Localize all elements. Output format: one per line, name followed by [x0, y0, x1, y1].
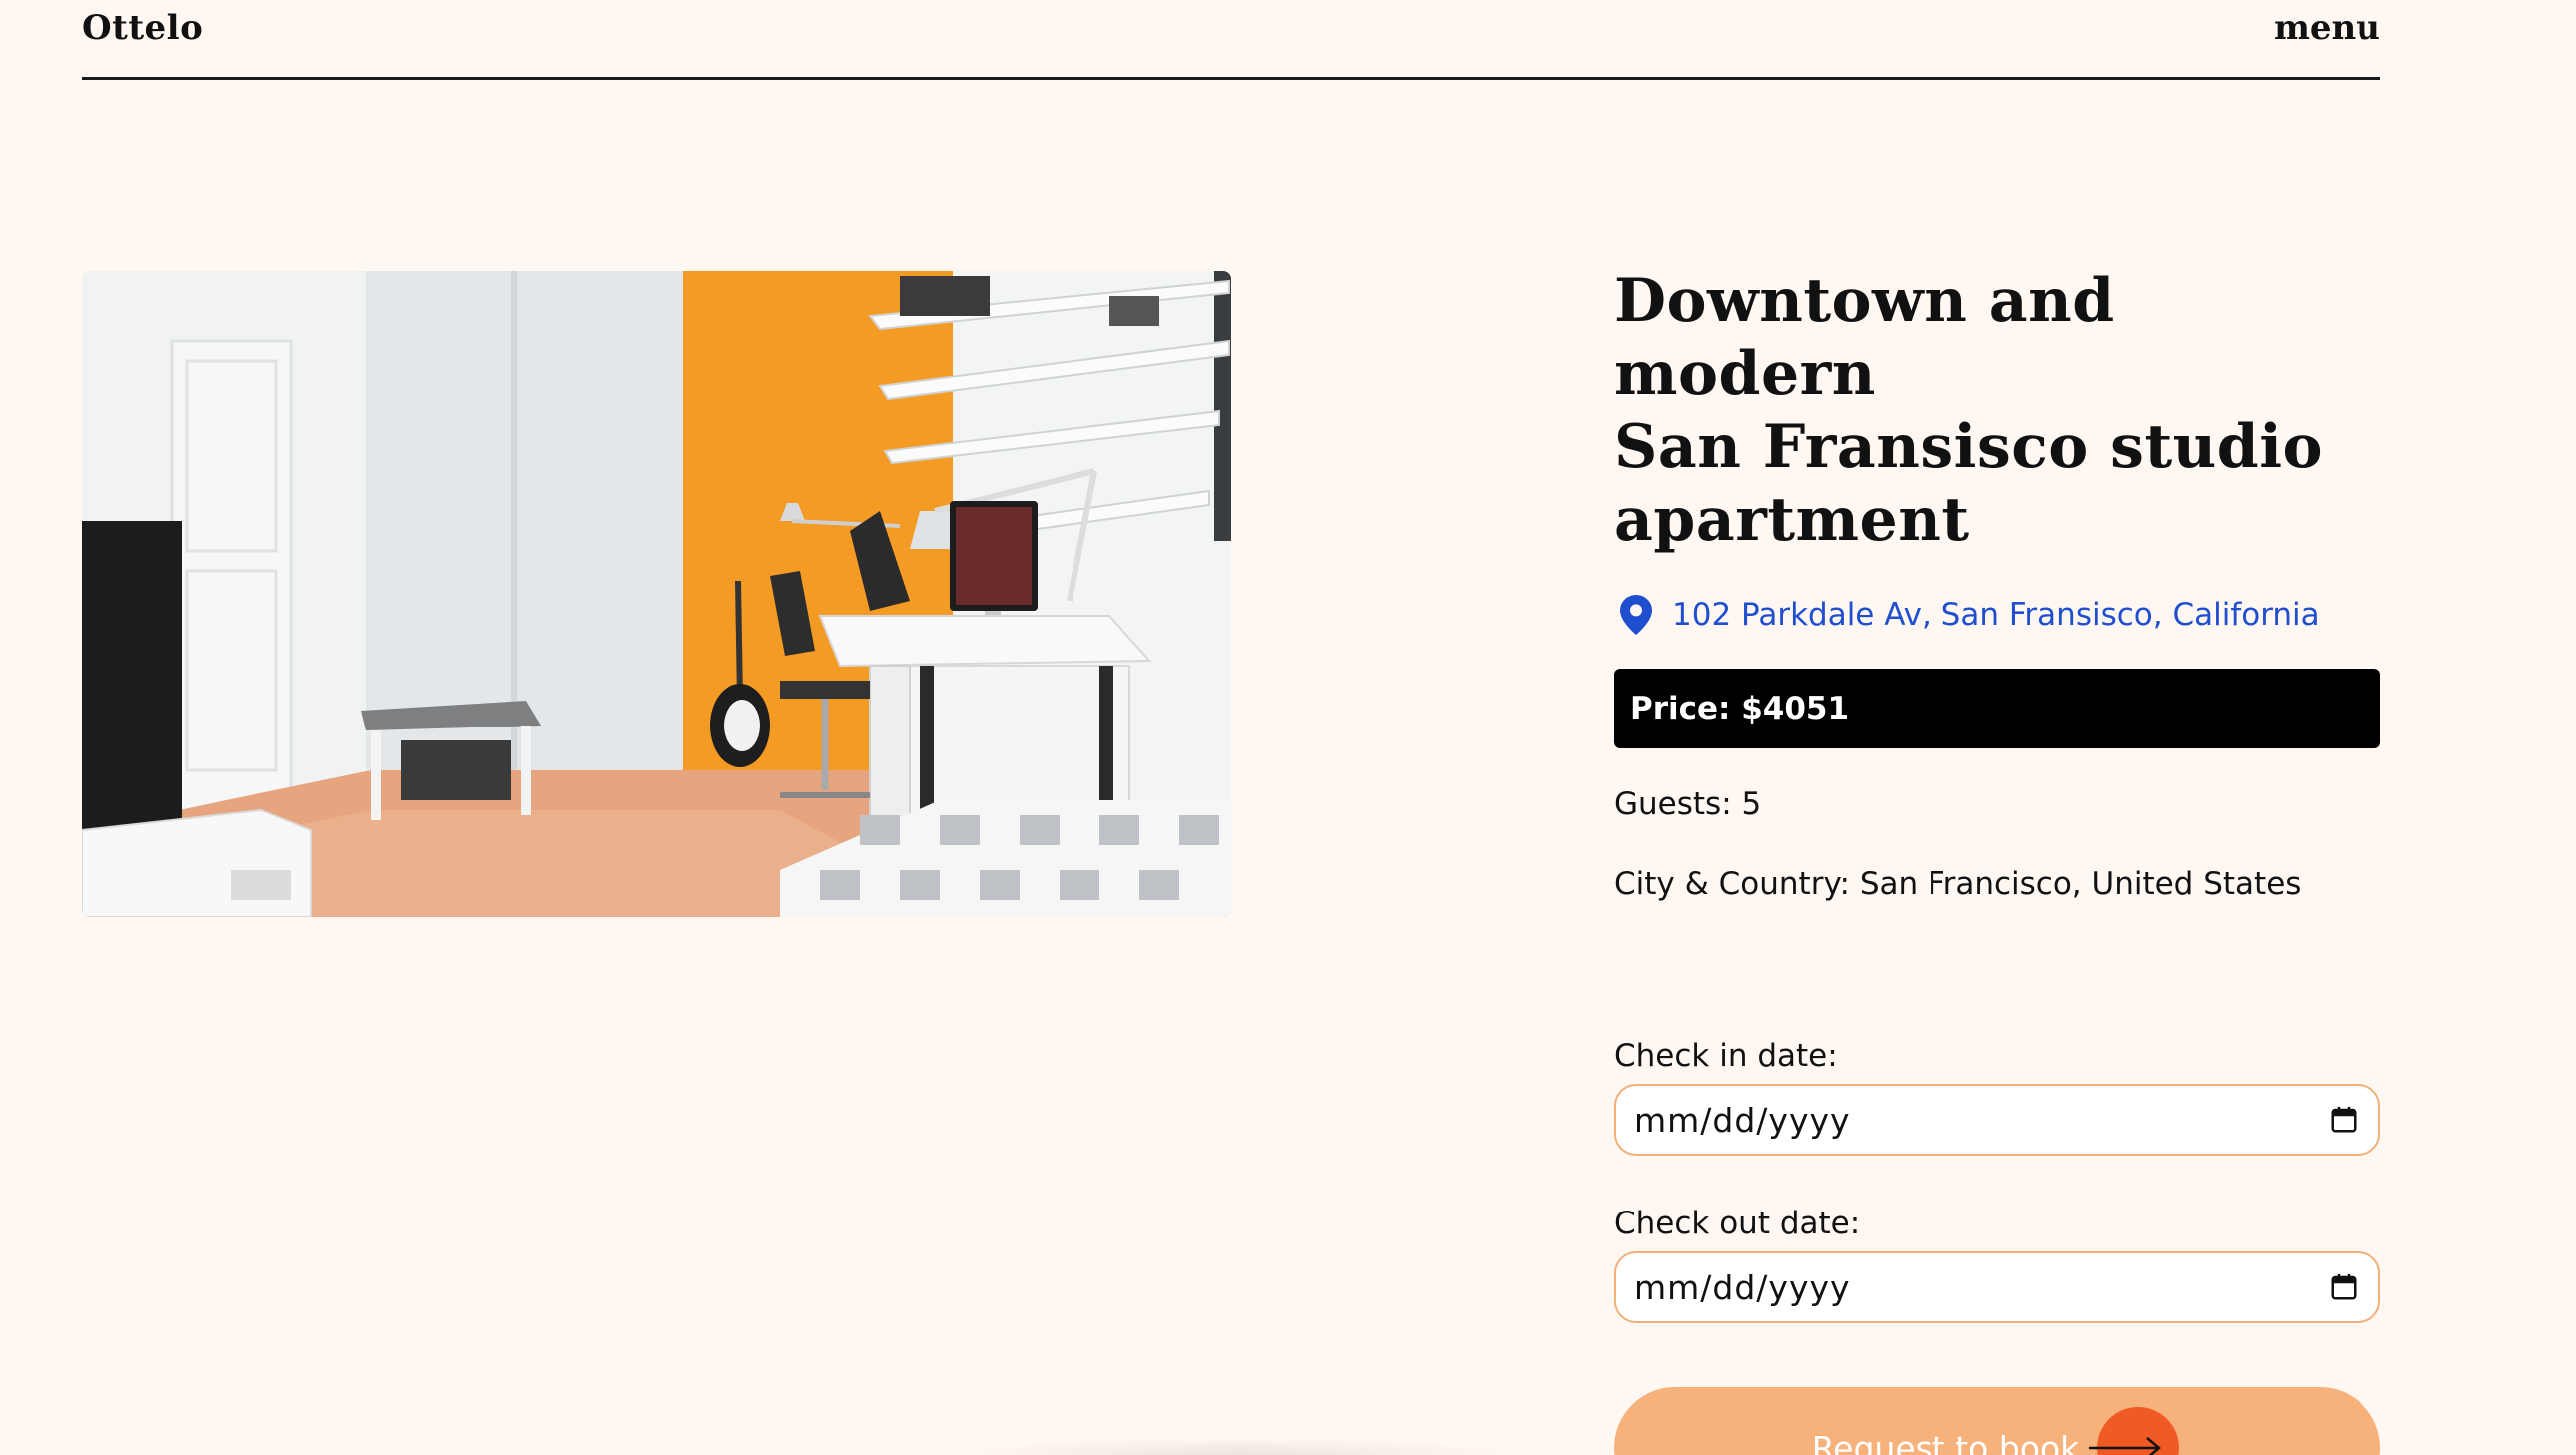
scroll-shadow [958, 1437, 1516, 1455]
checkout-label: Check out date: [1614, 1206, 1861, 1241]
listing-details: Downtown and modern San Fransisco studio… [1614, 265, 2380, 1455]
city-country: City & Country: San Francisco, United St… [1614, 866, 2302, 902]
request-to-book-label: Request to book [1811, 1428, 2080, 1455]
checkin-date-input[interactable]: mm/dd/yyyy [1614, 1084, 2380, 1156]
map-pin-icon [1620, 595, 1652, 635]
calendar-icon[interactable] [2329, 1272, 2359, 1302]
top-navbar: Ottelo menu [82, 0, 2380, 80]
menu-button[interactable]: menu [2274, 8, 2380, 48]
checkout-placeholder: mm/dd/yyyy [1634, 1267, 1851, 1307]
request-to-book-button[interactable]: Request to book [1614, 1387, 2380, 1455]
listing-title: Downtown and modern San Fransisco studio… [1614, 265, 2380, 557]
checkin-label: Check in date: [1614, 1038, 1838, 1074]
checkout-date-input[interactable]: mm/dd/yyyy [1614, 1251, 2380, 1323]
listing-title-line: apartment [1614, 485, 1970, 555]
listing-title-line: San Fransisco studio [1614, 412, 2324, 482]
site-logo[interactable]: Ottelo [82, 8, 203, 48]
address-link[interactable]: 102 Parkdale Av, San Fransisco, Californ… [1672, 597, 2320, 633]
listing-page: Ottelo menu Downtown and modern San Fran… [0, 0, 2576, 1455]
checkin-placeholder: mm/dd/yyyy [1634, 1100, 1851, 1140]
guests-count: Guests: 5 [1614, 786, 1762, 822]
listing-location[interactable]: 102 Parkdale Av, San Fransisco, Californ… [1614, 595, 2380, 635]
listing-title-line: Downtown and modern [1614, 266, 2115, 409]
listing-photo [82, 271, 1231, 917]
arrow-right-icon [2089, 1437, 2161, 1455]
price-banner: Price: $4051 [1614, 669, 2380, 748]
calendar-icon[interactable] [2329, 1105, 2359, 1135]
room-illustration [82, 271, 1231, 917]
